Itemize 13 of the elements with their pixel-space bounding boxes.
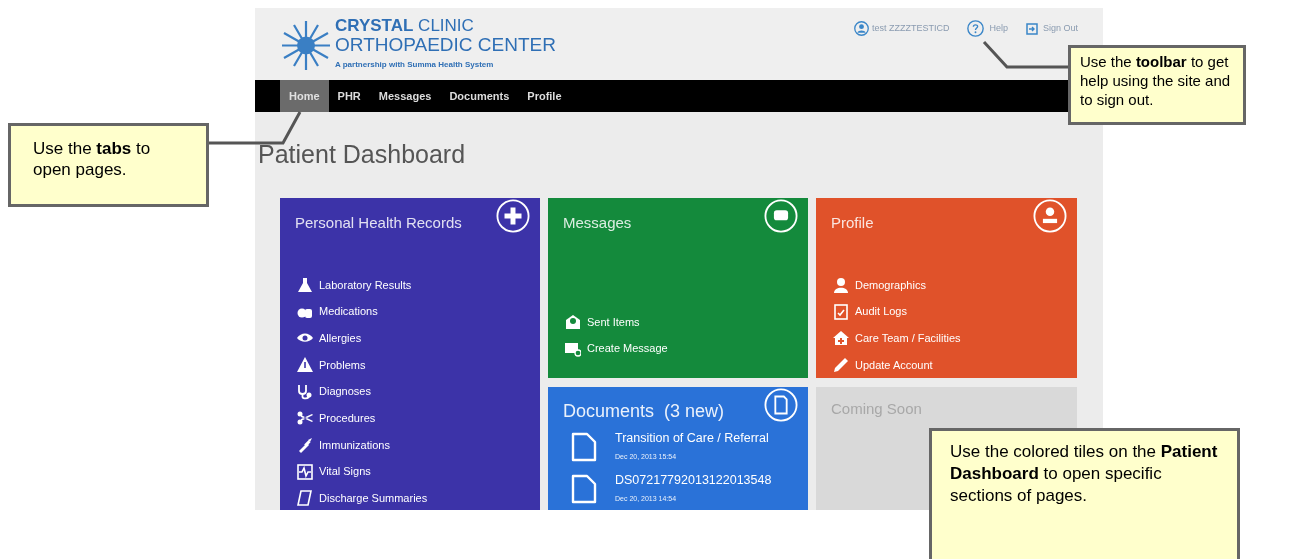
callout-tooltip: Use the colored tiles on the Patient Dashboard to open specific sections of pages.: [929, 428, 1240, 559]
logo-tagline: A partnership with Summa Health System: [335, 59, 495, 71]
logo-title: CRYSTAL CLINIC: [335, 17, 475, 35]
page-title: Patient Dashboard: [257, 139, 467, 170]
document-title: DS07217792013122013548: [615, 472, 772, 490]
tile-title: Profile: [831, 213, 874, 233]
tile-title: Documents (3 new): [563, 400, 725, 423]
tile-title: Messages: [563, 213, 632, 233]
document-title: Transition of Care / Referral: [615, 430, 769, 447]
callout-tooltip: Use the tabs to open pages.: [8, 123, 209, 207]
callout-tooltip: Use the toolbar to get help using the site and to sign out.: [1068, 45, 1246, 125]
logo-subtitle: ORTHOPAEDIC CENTER: [335, 35, 556, 55]
tile-title: Personal Health Records: [295, 213, 462, 233]
